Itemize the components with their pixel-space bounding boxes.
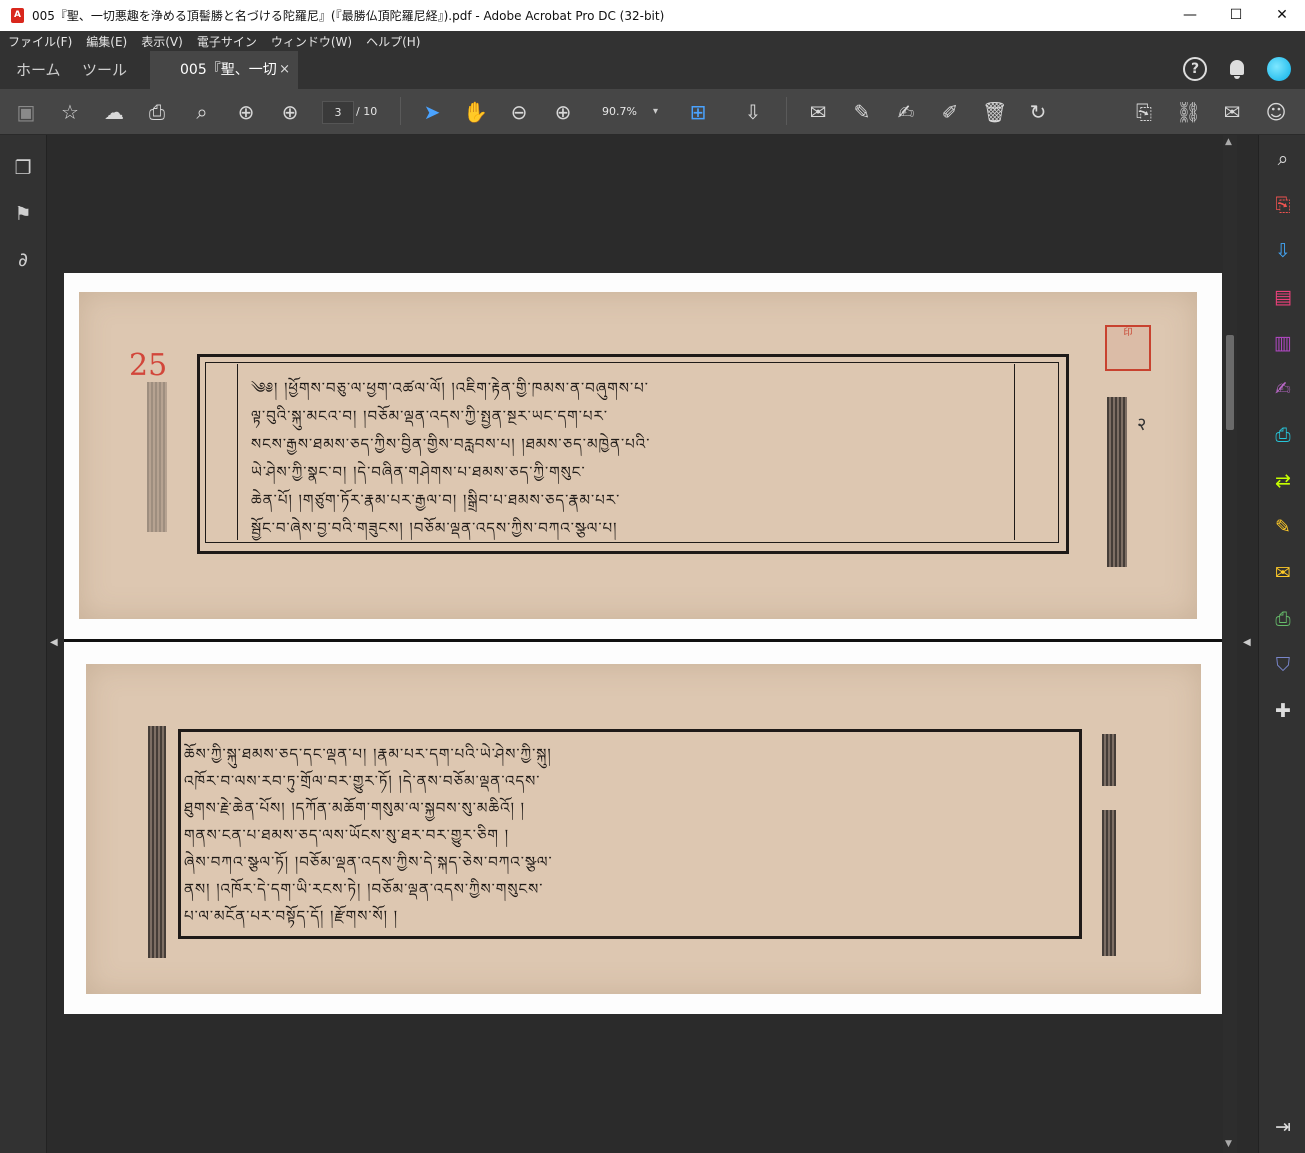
menu-edit[interactable]: 編集(E) (86, 33, 127, 50)
page-number-input[interactable]: 3 (322, 101, 354, 124)
left-nav-panel: ❐ ⚑ ∂ (0, 135, 47, 1153)
collapse-tools-panel-icon[interactable]: ⇥ (1271, 1115, 1295, 1139)
manuscript-folio-1: 25 印 २ ༄༅། །ཕྱོགས་བཅུ་ལ་ཕྱག་འཚལ་ལོ། །འཇི… (79, 292, 1197, 619)
main-toolbar: ▣ ☆ ☁ ⎙ ⌕ ⊕ ⊕ 3 / 10 ➤ ✋ ⊖ ⊕ 90.7% ⊞ ⇩ ✉… (0, 89, 1305, 135)
scroll-up-arrow-icon[interactable]: ▲ (1225, 137, 1232, 147)
account-avatar-icon[interactable] (1267, 57, 1291, 81)
maximize-button[interactable]: ☐ (1213, 0, 1259, 31)
page-total-label: / 10 (356, 105, 378, 118)
minimize-button[interactable]: — (1167, 0, 1213, 31)
zoom-search-icon[interactable]: ⌕ (190, 100, 214, 124)
menu-view[interactable]: 表示(V) (141, 33, 183, 50)
compare-files-icon[interactable]: ⇄ (1271, 469, 1295, 493)
zoom-in-icon[interactable]: ⊕ (551, 100, 575, 124)
hand-tool-icon[interactable]: ✋ (463, 100, 488, 124)
fill-sign-icon[interactable]: ✍ (1271, 377, 1295, 401)
prepare-form-icon[interactable]: ✎ (1271, 515, 1295, 539)
export-pdf-icon[interactable]: ⎘ (1132, 100, 1156, 124)
menu-window[interactable]: ウィンドウ(W) (271, 33, 352, 50)
menu-file[interactable]: ファイル(F) (8, 33, 72, 50)
previous-page-icon[interactable]: ⊕ (234, 100, 258, 124)
window-titlebar: A 005『聖、一切悪趣を浄める頂髻勝と名づける陀羅尼』(『最勝仏頂陀羅尼経』)… (0, 0, 1305, 31)
edit-pdf-icon[interactable]: ✐ (938, 100, 962, 124)
scan-ocr-icon[interactable]: ⎙ (1271, 423, 1295, 447)
red-seal-stamp: 印 (1105, 325, 1151, 371)
delete-trash-icon[interactable]: 🗑 (982, 100, 1007, 124)
vertical-scrollbar[interactable]: ▲ ▼ (1223, 135, 1237, 1153)
ink-smudge-left (148, 726, 166, 958)
margin-mark: २ (1137, 414, 1148, 435)
export-pdf-tool-icon[interactable]: ⇩ (1271, 239, 1295, 263)
zoom-out-icon[interactable]: ⊖ (507, 100, 531, 124)
rotate-icon[interactable]: ↻ (1026, 100, 1050, 124)
notification-bell-icon[interactable] (1225, 57, 1249, 81)
select-cursor-icon[interactable]: ➤ (420, 100, 444, 124)
menu-help[interactable]: ヘルプ(H) (366, 33, 420, 50)
save-icon[interactable]: ▣ (14, 100, 38, 124)
help-icon[interactable]: ? (1183, 57, 1207, 81)
toolbar-divider (400, 97, 401, 125)
attachments-paperclip-icon[interactable]: ∂ (12, 249, 34, 271)
ink-smudge-left (147, 382, 167, 532)
ink-smudge-right (1107, 397, 1127, 567)
add-user-icon[interactable]: ☺ (1264, 100, 1288, 124)
print-icon[interactable]: ⎙ (145, 100, 169, 124)
collapse-right-panel-icon[interactable]: ◀ (1243, 637, 1251, 648)
tab-document[interactable]: 005『聖、一切悪... × (150, 51, 298, 116)
collapse-left-panel-icon[interactable]: ◀ (50, 637, 58, 648)
folio-number: 25 (129, 348, 168, 383)
scrollbar-thumb[interactable] (1226, 335, 1234, 430)
create-pdf-icon[interactable]: ⎘ (1271, 193, 1295, 217)
search-zoom-icon[interactable]: ⌕ (1271, 147, 1295, 171)
pdf-page-1: 25 印 २ ༄༅། །ཕྱོགས་བཅུ་ལ་ཕྱག་འཚལ་ལོ། །འཇི… (64, 273, 1222, 639)
share-link-icon[interactable]: ⛓ (1176, 100, 1201, 124)
next-page-icon[interactable]: ⊕ (278, 100, 302, 124)
highlight-pen-icon[interactable]: ✎ (850, 100, 874, 124)
scroll-mode-icon[interactable]: ⇩ (741, 100, 765, 124)
tibetan-text-line: སྦྱོང་བ་ཞེས་བྱ་བའི་གཟུངས། །བཅོམ་ལྡན་འདས་… (251, 519, 618, 537)
page-thumbnails-icon[interactable]: ❐ (12, 157, 34, 179)
print-production-icon[interactable]: ⎙ (1271, 607, 1295, 631)
sign-pen-icon[interactable]: ✍ (894, 100, 918, 124)
tab-home[interactable]: ホーム (16, 51, 61, 89)
zoom-level-dropdown[interactable]: 90.7% (594, 101, 664, 122)
close-window-button[interactable]: ✕ (1259, 0, 1305, 31)
manuscript-folio-2: ཆོས་ཀྱི་སྐུ་ཐམས་ཅད་དང་ལྡན་པ། །རྣམ་པར་དག་… (86, 664, 1201, 994)
left-margin-rule (237, 364, 238, 540)
acrobat-app-icon: A (11, 8, 24, 23)
tibetan-text-line: པ་ལ་མངོན་པར་བསྟོད་དོ། །རྫོགས་སོ། ། (184, 907, 399, 925)
close-tab-icon[interactable]: × (279, 51, 290, 89)
menu-bar: ファイル(F) 編集(E) 表示(V) 電子サイン ウィンドウ(W) ヘルプ(H… (0, 31, 1305, 51)
ink-smudge-right (1102, 734, 1116, 786)
pdf-page-2: ཆོས་ཀྱི་སྐུ་ཐམས་ཅད་དང་ལྡན་པ། །རྣམ་པར་དག་… (64, 642, 1222, 1014)
tab-bar: ホーム ツール 005『聖、一切悪... × ? (0, 51, 1305, 116)
email-icon[interactable]: ✉ (1220, 100, 1244, 124)
right-tools-panel: ⌕ ⎘ ⇩ ▤ ▥ ✍ ⎙ ⇄ ✎ ✉ ⎙ ⛉ ✚ ⇥ (1258, 135, 1305, 1153)
upload-cloud-icon[interactable]: ☁ (102, 100, 126, 124)
scroll-down-arrow-icon[interactable]: ▼ (1225, 1139, 1232, 1149)
organize-pages-icon[interactable]: ▤ (1271, 285, 1295, 309)
toolbar-divider (786, 97, 787, 125)
more-tools-wrench-icon[interactable]: ✚ (1271, 699, 1295, 723)
tab-tools[interactable]: ツール (82, 51, 127, 89)
bookmark-star-icon[interactable]: ☆ (58, 100, 82, 124)
comment-icon[interactable]: ✉ (806, 100, 830, 124)
menu-esign[interactable]: 電子サイン (197, 33, 257, 50)
ink-smudge-right (1102, 810, 1116, 956)
comment-tool-icon[interactable]: ✉ (1271, 561, 1295, 585)
window-title: 005『聖、一切悪趣を浄める頂髻勝と名づける陀羅尼』(『最勝仏頂陀羅尼経』).p… (32, 9, 665, 23)
bookmarks-icon[interactable]: ⚑ (12, 203, 34, 225)
right-margin-rule (1014, 364, 1015, 540)
protect-shield-icon[interactable]: ⛉ (1271, 653, 1295, 677)
fit-page-icon[interactable]: ⊞ (686, 100, 710, 124)
edit-document-icon[interactable]: ▥ (1271, 331, 1295, 355)
